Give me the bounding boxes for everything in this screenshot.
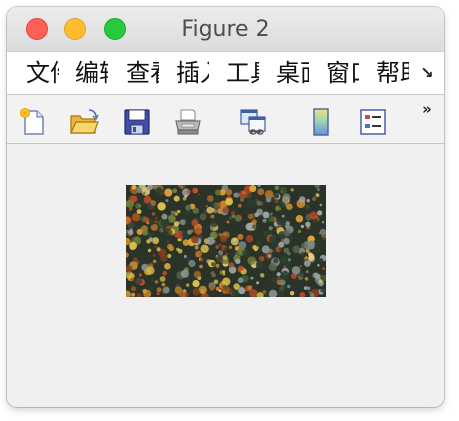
forest-image xyxy=(126,185,326,297)
menu-desktop[interactable]: 桌面 xyxy=(276,57,309,89)
print-icon xyxy=(175,109,201,135)
open-file-button[interactable] xyxy=(69,107,99,137)
print-button[interactable] xyxy=(173,107,203,137)
menu-insert[interactable]: 插入 xyxy=(176,57,209,89)
menu-bar: 文件 编辑 查看 插入 工具 桌面 窗口 帮助 ↘ xyxy=(7,51,444,95)
new-figure-button[interactable] xyxy=(18,107,48,137)
menu-view[interactable]: 查看 xyxy=(126,57,159,89)
toolbar-overflow-chevron-icon[interactable]: » xyxy=(417,100,437,120)
menu-tools[interactable]: 工具 xyxy=(226,57,259,89)
menu-window[interactable]: 窗口 xyxy=(326,57,359,89)
image-axes[interactable] xyxy=(126,185,326,297)
insert-legend-icon xyxy=(360,109,386,135)
save-button[interactable] xyxy=(122,107,152,137)
menu-file[interactable]: 文件 xyxy=(26,57,59,89)
insert-legend-button[interactable] xyxy=(358,107,388,137)
figure-window: Figure 2 文件 编辑 查看 插入 工具 桌面 窗口 帮助 ↘ xyxy=(7,7,444,407)
window-title: Figure 2 xyxy=(181,17,270,42)
figure-toolbar: » xyxy=(7,95,444,144)
menu-edit[interactable]: 编辑 xyxy=(75,57,108,89)
menu-help[interactable]: 帮助 xyxy=(376,57,409,89)
title-bar[interactable]: Figure 2 xyxy=(7,7,444,51)
insert-colorbar-icon xyxy=(313,108,329,136)
link-plot-icon xyxy=(240,109,266,135)
open-file-icon xyxy=(70,109,99,134)
new-figure-icon xyxy=(20,108,44,135)
menu-overflow-arrow-icon[interactable]: ↘ xyxy=(417,58,437,88)
link-plot-button[interactable] xyxy=(238,107,268,137)
insert-colorbar-button[interactable] xyxy=(306,107,336,137)
save-icon xyxy=(124,109,150,135)
figure-canvas xyxy=(7,144,444,402)
